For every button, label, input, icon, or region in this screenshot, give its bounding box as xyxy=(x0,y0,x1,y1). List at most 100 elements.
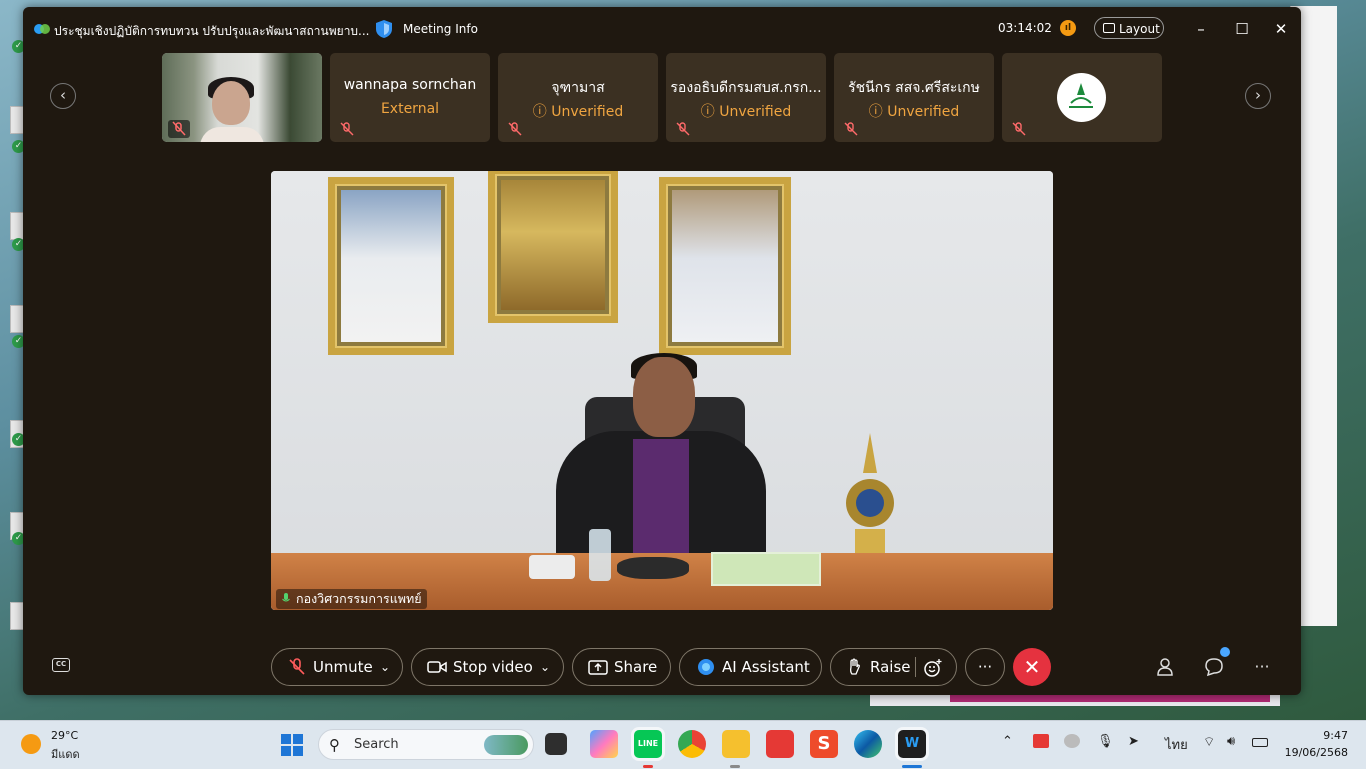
wifi-icon[interactable]: ⌔ xyxy=(1203,734,1215,750)
clock-date[interactable]: 19/06/2568 xyxy=(1282,746,1348,759)
meeting-timer: 03:14:02 xyxy=(998,21,1052,35)
share-button[interactable]: Share xyxy=(572,648,671,686)
weather-temperature[interactable]: 29°C xyxy=(51,729,78,742)
unmute-button[interactable]: Unmute ⌄ xyxy=(271,648,403,686)
speaker-shirt xyxy=(633,439,689,559)
layout-icon xyxy=(1103,23,1115,33)
more-panels-icon[interactable]: ··· xyxy=(1251,657,1273,677)
windows-start-icon[interactable] xyxy=(281,734,303,756)
portrait-frame xyxy=(488,171,618,323)
participant-status: ⓘ Unverified xyxy=(834,101,994,121)
onedrive-tray-icon[interactable] xyxy=(1064,734,1080,748)
volume-icon[interactable]: 🔊︎ xyxy=(1227,734,1235,749)
mic-muted-tray-icon[interactable]: 🎙 xyxy=(1097,734,1114,749)
line-app-icon[interactable]: LINE xyxy=(634,730,662,758)
speaker-name-label: กองวิศวกรรมการแพทย์ xyxy=(276,589,427,609)
copilot-icon[interactable] xyxy=(590,730,618,758)
participant-status-text: Unverified xyxy=(719,104,792,120)
stop-video-button[interactable]: Stop video ⌄ xyxy=(411,648,564,686)
participant-status-text: Unverified xyxy=(887,104,960,120)
office-s-icon[interactable]: S xyxy=(810,730,838,758)
participant-tile[interactable]: จุฑามาส ⓘ Unverified xyxy=(498,53,658,142)
chevron-down-icon[interactable]: ⌄ xyxy=(380,649,390,685)
participant-name: รองอธิบดีกรมสบส.กรก... xyxy=(670,80,822,96)
weather-description[interactable]: มีแดด xyxy=(51,745,80,763)
strip-prev-button[interactable]: ‹ xyxy=(50,83,76,109)
unmute-label: Unmute xyxy=(313,658,373,676)
self-video-body xyxy=(200,127,264,142)
unverified-icon: ⓘ xyxy=(532,104,552,120)
layout-label: Layout xyxy=(1119,22,1160,36)
participant-name: รัชนีกร สสจ.ศรีสะเกษ xyxy=(848,80,980,96)
search-icon: ⚲ xyxy=(329,736,340,754)
active-speaker-video[interactable]: กองวิศวกรรมการแพทย์ xyxy=(271,171,1053,610)
muted-mic-icon xyxy=(289,658,305,675)
muted-mic-icon xyxy=(340,122,354,136)
unverified-icon: ⓘ xyxy=(868,104,888,120)
divider xyxy=(915,657,916,677)
chrome-icon[interactable] xyxy=(678,730,706,758)
portrait-frame xyxy=(328,177,454,355)
reactions-icon[interactable] xyxy=(923,658,943,678)
anydesk-icon[interactable] xyxy=(766,730,794,758)
chat-notification-badge xyxy=(1220,647,1230,657)
muted-mic-icon xyxy=(676,122,690,136)
strip-next-button[interactable]: › xyxy=(1245,83,1271,109)
self-video-face xyxy=(212,81,250,125)
network-health-icon[interactable]: ıl xyxy=(1060,20,1076,36)
participant-status: ⓘ Unverified xyxy=(498,101,658,121)
participant-name: wannapa sornchan xyxy=(343,77,477,93)
webex-icon[interactable]: W xyxy=(898,730,926,758)
more-options-button[interactable]: ··· xyxy=(965,648,1005,686)
tray-overflow-icon[interactable]: ⌃ xyxy=(1002,734,1013,749)
muted-mic-icon xyxy=(844,122,858,136)
participant-avatar-logo xyxy=(1057,73,1106,122)
input-language[interactable]: ไทย xyxy=(1165,734,1188,755)
muted-mic-icon xyxy=(1012,122,1026,136)
participants-icon[interactable] xyxy=(1155,657,1177,677)
ai-assistant-label: AI Assistant xyxy=(722,658,810,676)
desk-microphone xyxy=(617,557,689,579)
stop-video-label: Stop video xyxy=(453,658,533,676)
clock-time[interactable]: 9:47 xyxy=(1310,729,1348,742)
leave-meeting-button[interactable]: ✕ xyxy=(1013,648,1051,686)
meeting-title: ประชุมเชิงปฏิบัติการทบทวน ปรับปรุงและพัฒ… xyxy=(54,24,370,38)
minimize-icon[interactable]: – xyxy=(1191,19,1211,39)
file-explorer-icon[interactable] xyxy=(722,730,750,758)
raise-hand-icon xyxy=(850,658,860,675)
meeting-window: ประชุมเชิงปฏิบัติการทบทวน ปรับปรุงและพัฒ… xyxy=(23,7,1301,695)
layout-button[interactable]: Layout xyxy=(1094,17,1164,39)
task-view-icon[interactable] xyxy=(545,733,567,755)
speaker-head xyxy=(633,357,695,437)
chevron-down-icon[interactable]: ⌄ xyxy=(540,649,550,685)
ai-assistant-button[interactable]: AI Assistant xyxy=(679,648,822,686)
participant-tile[interactable]: รัชนีกร สสจ.ศรีสะเกษ ⓘ Unverified xyxy=(834,53,994,142)
closed-captions-icon[interactable]: CC xyxy=(52,658,70,672)
close-icon: ✕ xyxy=(1023,655,1041,679)
webex-logo-icon xyxy=(34,24,50,34)
participant-tile[interactable] xyxy=(1002,53,1162,142)
ai-assistant-icon xyxy=(698,659,714,675)
close-icon[interactable]: ✕ xyxy=(1271,19,1291,39)
mic-icon xyxy=(282,593,290,602)
edge-icon[interactable] xyxy=(854,730,882,758)
desk-nameplate xyxy=(711,552,821,586)
taskbar-search[interactable]: ⚲ Search xyxy=(318,729,534,760)
title-bar[interactable]: ประชุมเชิงปฏิบัติการทบทวน ปรับปรุงและพัฒ… xyxy=(23,7,1301,51)
raise-hand-button[interactable]: Raise xyxy=(830,648,957,686)
speaker-name: กองวิศวกรรมการแพทย์ xyxy=(296,591,422,606)
participant-name: จุฑามาส xyxy=(551,80,605,96)
weather-sun-icon[interactable] xyxy=(21,734,41,754)
chat-icon[interactable] xyxy=(1203,657,1225,677)
battery-icon[interactable] xyxy=(1252,738,1268,747)
more-icon: ··· xyxy=(977,658,993,676)
maximize-icon[interactable]: ☐ xyxy=(1232,19,1252,39)
self-video-tile[interactable] xyxy=(162,53,322,142)
participant-tile[interactable]: รองอธิบดีกรมสบส.กรก... ⓘ Unverified xyxy=(666,53,826,142)
meeting-info-button[interactable]: Meeting Info xyxy=(403,22,478,36)
location-icon[interactable]: ➤ xyxy=(1128,734,1139,749)
portrait-frame xyxy=(659,177,791,355)
anydesk-tray-icon[interactable] xyxy=(1033,734,1049,748)
participant-tile[interactable]: wannapa sornchan External xyxy=(330,53,490,142)
shield-icon[interactable] xyxy=(375,19,393,39)
